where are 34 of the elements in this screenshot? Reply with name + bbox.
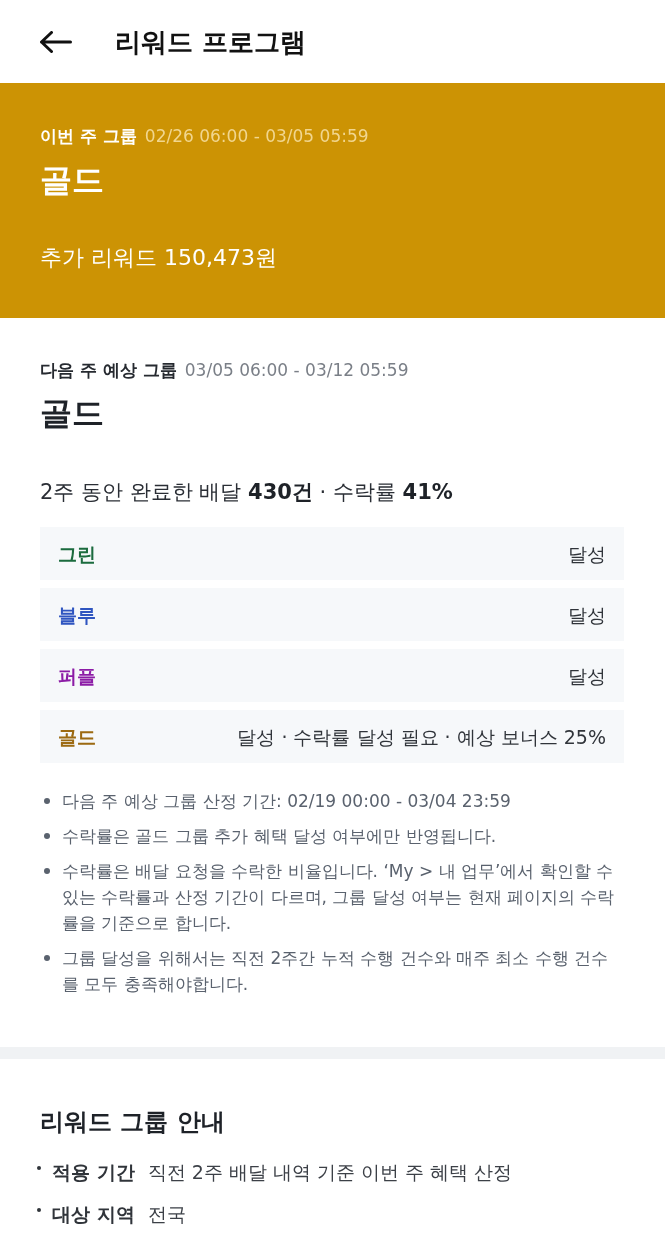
- tier-name: 골드: [58, 724, 96, 750]
- tier-status: 달성: [568, 663, 606, 689]
- guide-value: 전국: [147, 1202, 186, 1227]
- tier-status: 달성: [568, 602, 606, 628]
- back-button[interactable]: [40, 30, 72, 53]
- note-text: 수락률은 배달 요청을 수락한 비율입니다. ‘My > 내 업무’에서 확인할 수 있는 수락률과 산정 기간이 다르며, 그룹 달성 여부는 현재 페이지의 수락률을 기준으로 합니다.: [62, 860, 616, 935]
- section-title: 리워드 그룹 안내: [40, 1107, 225, 1138]
- group-label: 이번 주 그룹: [40, 125, 137, 147]
- note-text: 수락률은 골드 그룹 추가 혜택 달성 여부에만 반영됩니다.: [62, 825, 498, 848]
- group-period: 03/05 06:00 - 03/12 05:59: [184, 359, 409, 381]
- bullet-icon: [44, 868, 50, 874]
- reward-amount: 추가 리워드 150,473원: [40, 244, 277, 272]
- guide-label: 대상 지역: [52, 1202, 135, 1227]
- guide-label: 적용 기간: [52, 1160, 135, 1185]
- tier-status: 달성: [568, 541, 606, 567]
- group-label: 다음 주 예상 그룹: [40, 359, 177, 381]
- tier-name: 블루: [58, 602, 96, 628]
- bullet-icon: [44, 833, 50, 839]
- tier-status: 달성 · 수락률 달성 필요 · 예상 보너스 25%: [237, 724, 606, 750]
- bullet-icon: [44, 955, 50, 961]
- group-name: 골드: [40, 160, 104, 201]
- back-arrow-icon: [40, 30, 72, 53]
- tier-name: 퍼플: [58, 663, 96, 689]
- bullet-icon: [37, 1208, 41, 1212]
- bullet-icon: [37, 1166, 41, 1170]
- delivery-summary: 2주 동안 완료한 배달 430건 · 수락률 41%: [40, 479, 453, 506]
- page-title: 리워드 프로그램: [115, 25, 307, 59]
- group-name: 골드: [40, 393, 104, 434]
- guide-value: 직전 2주 배달 내역 기준 이번 주 혜택 산정: [147, 1160, 513, 1185]
- group-period: 02/26 06:00 - 03/05 05:59: [144, 125, 369, 147]
- bullet-icon: [44, 798, 50, 804]
- tier-name: 그린: [58, 541, 96, 567]
- note-text: 다음 주 예상 그룹 산정 기간: 02/19 00:00 - 03/04 23:59: [62, 790, 512, 813]
- note-text: 그룹 달성을 위해서는 직전 2주간 누적 수행 건수와 매주 최소 수행 건수를 모두 충족해야합니다.: [62, 947, 610, 996]
